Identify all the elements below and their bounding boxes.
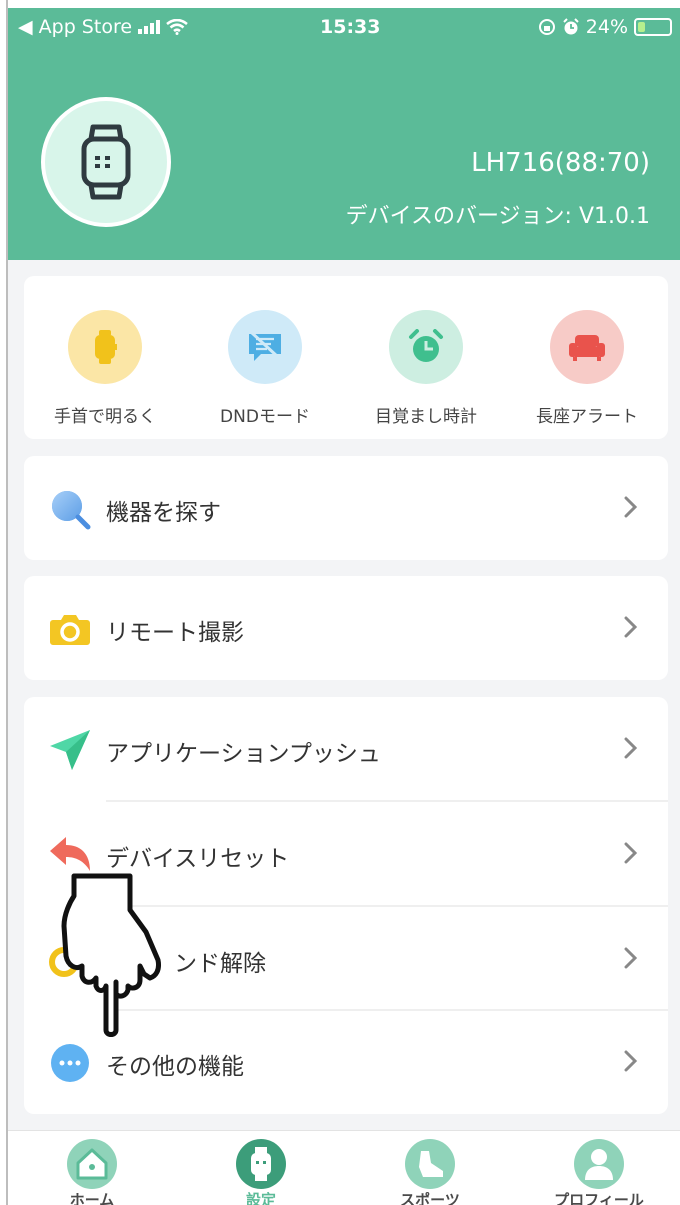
find-device-label: 機器を探す (106, 500, 221, 526)
no-message-icon (228, 310, 302, 384)
chevron-right-icon (624, 737, 638, 759)
unlink-icon (48, 938, 92, 982)
shoe-icon (405, 1139, 455, 1189)
device-name: LH716(88:70) (471, 148, 650, 178)
remote-camera-row[interactable]: リモート撮影 (24, 576, 668, 680)
chevron-right-icon (624, 1050, 638, 1072)
tab-home[interactable]: ホーム (32, 1139, 152, 1205)
tab-label: プロフィール (554, 1191, 644, 1205)
app-push-label: アプリケーションプッシュ (106, 741, 381, 767)
back-to-app-store[interactable]: ◀ App Store (18, 16, 132, 38)
quick-action-raise-to-wake[interactable]: 手首で明るく (30, 310, 180, 427)
tab-label: 設定 (245, 1191, 276, 1205)
quick-actions-card: 手首で明るく DNDモード 目覚まし時計 長座アラート (24, 276, 668, 439)
device-reset-row[interactable]: デバイスリセット (24, 802, 668, 906)
chevron-right-icon (624, 947, 638, 969)
remote-camera-label: リモート撮影 (106, 620, 244, 646)
person-icon (574, 1139, 624, 1189)
other-features-label: その他の機能 (106, 1054, 244, 1080)
more-dots-icon (48, 1041, 92, 1085)
alarm-clock-icon (389, 310, 463, 384)
sofa-icon (550, 310, 624, 384)
remote-camera-card: リモート撮影 (24, 576, 668, 680)
device-avatar (41, 97, 171, 227)
send-icon (48, 728, 92, 772)
battery-level (638, 22, 645, 32)
device-header: ◀ App Store 15:33 24% LH716(88:70) デバイスの… (8, 8, 680, 260)
tab-sports[interactable]: スポーツ (370, 1139, 490, 1205)
watch-settings-icon (236, 1139, 286, 1189)
device-reset-label: デバイスリセット (106, 846, 290, 872)
tab-profile[interactable]: プロフィール (539, 1139, 659, 1205)
search-icon (48, 487, 92, 531)
camera-icon (48, 607, 92, 651)
quick-action-sedentary[interactable]: 長座アラート (512, 310, 662, 427)
tab-label: スポーツ (400, 1191, 460, 1205)
reset-arrow-icon (48, 833, 92, 877)
watch-icon (68, 310, 142, 384)
tab-settings[interactable]: 設定 (201, 1139, 321, 1205)
device-settings-card: アプリケーションプッシュ デバイスリセット ンド解除 その他の機能 (24, 697, 668, 1114)
other-features-row[interactable]: その他の機能 (24, 1010, 668, 1114)
wifi-icon (166, 19, 188, 35)
quick-action-label: 手首で明るく (54, 407, 156, 427)
quick-action-alarm[interactable]: 目覚まし時計 (351, 310, 501, 427)
quick-action-dnd[interactable]: DNDモード (190, 310, 340, 427)
chevron-right-icon (624, 496, 638, 518)
find-device-card: 機器を探す (24, 456, 668, 560)
rotation-lock-icon (538, 19, 555, 35)
frame-left (0, 0, 8, 1205)
home-icon (67, 1139, 117, 1189)
app-push-row[interactable]: アプリケーションプッシュ (24, 697, 668, 801)
status-time: 15:33 (320, 16, 381, 38)
find-device-row[interactable]: 機器を探す (24, 456, 668, 560)
battery-icon (634, 18, 672, 36)
unbind-row[interactable]: ンド解除 (24, 907, 668, 1011)
tab-label: ホーム (69, 1191, 115, 1205)
status-bar: ◀ App Store 15:33 24% (8, 8, 680, 48)
cellular-signal-icon (138, 20, 161, 34)
alarm-icon (563, 18, 579, 35)
chevron-right-icon (624, 842, 638, 864)
battery-percent: 24% (585, 16, 628, 38)
unbind-label: ンド解除 (174, 951, 266, 977)
device-version: デバイスのバージョン: V1.0.1 (345, 204, 650, 229)
quick-action-label: 長座アラート (536, 407, 638, 427)
quick-action-label: 目覚まし時計 (375, 407, 477, 427)
smartwatch-icon (81, 124, 131, 200)
frame-top (0, 0, 680, 8)
quick-action-label: DNDモード (220, 407, 310, 427)
bottom-tab-bar: ホーム 設定 スポーツ プロフィール (8, 1130, 680, 1205)
chevron-right-icon (624, 616, 638, 638)
